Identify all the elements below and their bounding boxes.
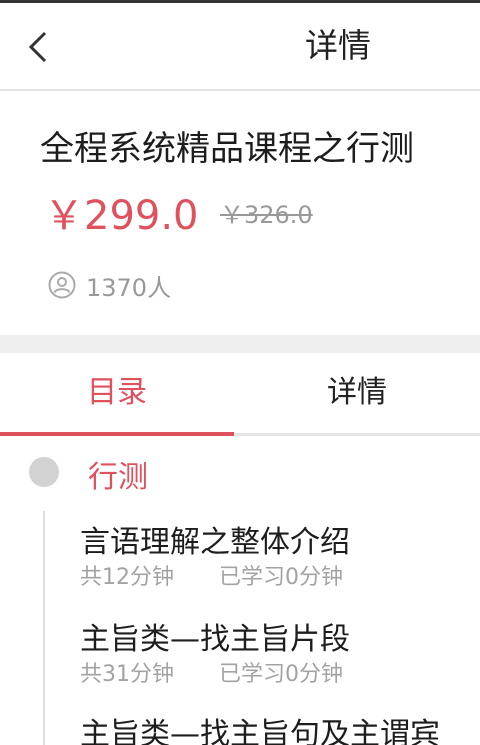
tab-details[interactable]: 详情 bbox=[234, 353, 480, 433]
lesson-item[interactable]: 主旨类—找主旨句及主谓宾 bbox=[80, 716, 480, 745]
user-circle-icon bbox=[48, 271, 76, 299]
chapter-dot-icon bbox=[29, 457, 59, 487]
top-navbar: 详情 bbox=[0, 3, 480, 91]
current-price: ￥299.0 bbox=[44, 193, 199, 239]
timeline-line bbox=[43, 511, 45, 745]
student-count: 1370人 bbox=[48, 269, 172, 302]
lesson-duration: 共31分钟 bbox=[80, 662, 174, 687]
section-divider bbox=[0, 335, 480, 353]
page-title-wrap: 详情 bbox=[0, 3, 480, 89]
lesson-duration: 共12分钟 bbox=[80, 565, 174, 590]
lesson-learned: 已学习0分钟 bbox=[219, 662, 343, 687]
chevron-left-icon bbox=[28, 31, 47, 63]
back-button[interactable] bbox=[18, 25, 58, 69]
page-title: 详情 bbox=[305, 26, 371, 65]
course-title: 全程系统精品课程之行测 bbox=[40, 129, 414, 169]
tab-bar: 目录 详情 bbox=[0, 353, 480, 436]
original-price: ￥326.0 bbox=[220, 201, 313, 229]
lesson-meta: 共12分钟 已学习0分钟 bbox=[80, 564, 480, 592]
student-count-label: 1370人 bbox=[86, 273, 172, 302]
tab-catalog-label: 目录 bbox=[87, 375, 147, 410]
tab-catalog[interactable]: 目录 bbox=[0, 353, 234, 433]
lesson-item[interactable]: 主旨类—找主旨片段 共31分钟 已学习0分钟 bbox=[80, 621, 480, 689]
chapter-title[interactable]: 行测 bbox=[88, 452, 148, 496]
course-catalog: 行测 言语理解之整体介绍 共12分钟 已学习0分钟 主旨类—找主旨片段 共31分… bbox=[0, 436, 480, 745]
lesson-item[interactable]: 言语理解之整体介绍 共12分钟 已学习0分钟 bbox=[80, 524, 480, 592]
lesson-title: 主旨类—找主旨句及主谓宾 bbox=[80, 717, 440, 745]
course-info: 全程系统精品课程之行测 ￥299.0 ￥326.0 1370人 bbox=[0, 91, 480, 335]
lesson-meta: 共31分钟 已学习0分钟 bbox=[80, 661, 480, 689]
tab-details-label: 详情 bbox=[327, 375, 387, 410]
lesson-title: 主旨类—找主旨片段 bbox=[80, 622, 350, 657]
lesson-learned: 已学习0分钟 bbox=[219, 565, 343, 590]
lesson-title: 言语理解之整体介绍 bbox=[80, 525, 350, 560]
